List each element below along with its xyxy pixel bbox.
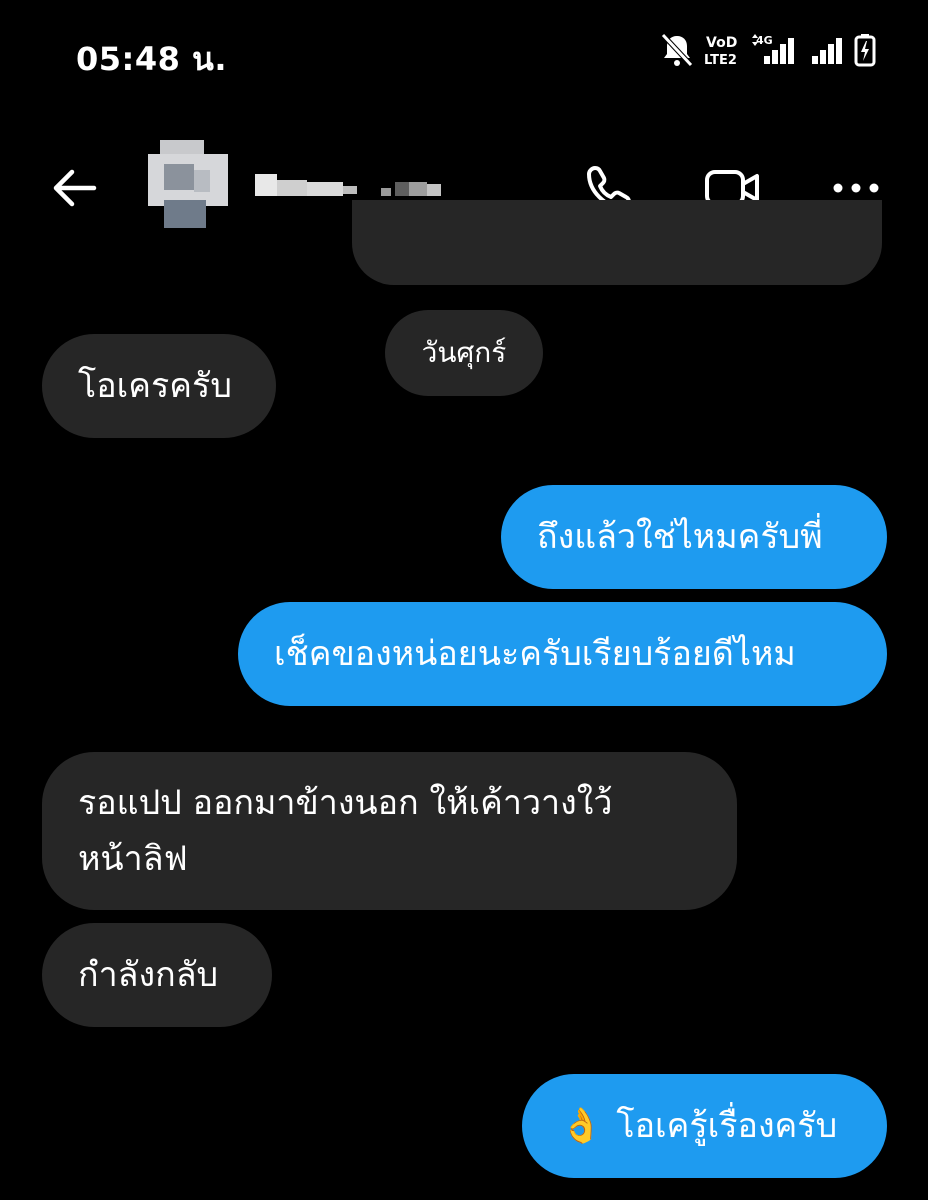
message-text: เช็คของหน่อยนะครับเรียบร้อยดีไหม: [274, 634, 796, 674]
svg-text:VoD: VoD: [706, 35, 737, 51]
status-time: 05:48 น.: [76, 40, 228, 78]
volte-icon: VoD LTE2: [704, 35, 737, 68]
message-incoming-multiline[interactable]: รอแปป ออกมาข้างนอก ให้เค้าวางใว้ หน้าลิฟ: [42, 752, 737, 910]
message-incoming[interactable]: กำลังกลับ: [42, 923, 272, 1027]
status-bar: 05:48 น. VoD LTE2 4G: [0, 0, 928, 110]
svg-text:4G: 4G: [756, 34, 773, 47]
message-outgoing[interactable]: ถึงแล้วใช่ไหมครับพี่: [501, 485, 887, 589]
message-incoming[interactable]: โอเครครับ: [42, 334, 276, 438]
status-icons: VoD LTE2 4G: [660, 32, 876, 68]
signal-icon: [812, 38, 842, 64]
partial-message-bubble: [352, 200, 882, 285]
message-outgoing[interactable]: เช็คของหน่อยนะครับเรียบร้อยดีไหม: [238, 602, 887, 706]
back-arrow-icon[interactable]: [46, 160, 102, 216]
svg-text:LTE2: LTE2: [704, 53, 737, 68]
message-text: ถึงแล้วใช่ไหมครับพี่: [537, 517, 823, 557]
message-text-line-2: หน้าลิฟ: [78, 839, 188, 879]
message-outgoing[interactable]: 👌 โอเครู้เรื่องครับ: [522, 1074, 887, 1178]
ok-hand-emoji: 👌: [560, 1106, 603, 1146]
message-text: กำลังกลับ: [78, 955, 219, 995]
message-text: โอเครู้เรื่องครับ: [616, 1106, 838, 1146]
mute-icon: [661, 33, 693, 67]
date-separator-label: วันศุกร์: [421, 336, 507, 369]
4g-signal-icon: 4G: [752, 34, 794, 64]
more-icon: [833, 183, 879, 193]
message-text-line-1: รอแปป ออกมาข้างนอก ให้เค้าวางใว้: [78, 783, 613, 823]
avatar[interactable]: [140, 140, 232, 230]
contact-name-blurred: [255, 174, 441, 196]
date-separator: วันศุกร์: [385, 310, 543, 396]
battery-charging-icon: [854, 34, 876, 67]
message-text: โอเครครับ: [78, 366, 232, 406]
